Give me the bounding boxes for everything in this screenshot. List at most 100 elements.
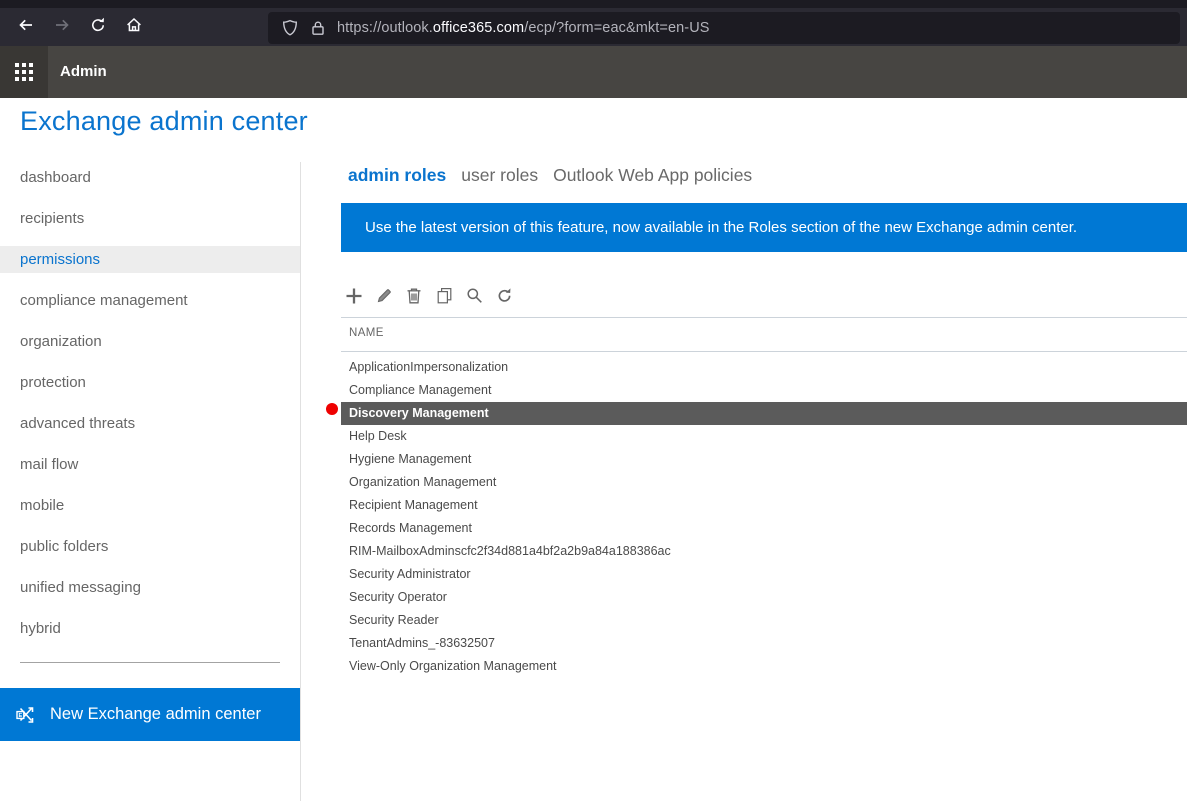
lock-icon[interactable] (310, 20, 326, 36)
refresh-button[interactable] (493, 286, 515, 310)
table-row[interactable]: Security Reader (341, 609, 1187, 632)
sidebar-item-public-folders[interactable]: public folders (0, 533, 300, 560)
roles-toolbar (343, 286, 515, 310)
info-banner-text: Use the latest version of this feature, … (365, 219, 1077, 236)
sidebar-divider (20, 662, 280, 663)
table-row[interactable]: Security Administrator (341, 563, 1187, 586)
table-row[interactable]: Help Desk (341, 425, 1187, 448)
search-button[interactable] (463, 286, 485, 310)
sidebar-item-protection[interactable]: protection (0, 369, 300, 396)
table-row[interactable]: RIM-MailboxAdminscfc2f34d881a4bf2a2b9a84… (341, 540, 1187, 563)
table-row[interactable]: Records Management (341, 517, 1187, 540)
column-header-name[interactable]: NAME (349, 327, 384, 339)
tab-outlook-web-app-policies[interactable]: Outlook Web App policies (553, 165, 752, 186)
role-name: Records Management (349, 521, 472, 535)
sidebar-item-label: public folders (20, 538, 108, 555)
role-name: View-Only Organization Management (349, 659, 557, 673)
trash-icon (406, 287, 422, 309)
forward-button[interactable] (46, 12, 78, 42)
table-top-line (341, 317, 1187, 318)
tab-bar: admin roles user roles Outlook Web App p… (348, 165, 752, 186)
role-name: Security Reader (349, 613, 439, 627)
table-row[interactable]: Organization Management (341, 471, 1187, 494)
edit-pencil-icon (376, 287, 393, 309)
role-name: Recipient Management (349, 498, 478, 512)
table-row[interactable]: Discovery Management (341, 402, 1187, 425)
delete-button[interactable] (403, 286, 425, 310)
sidebar-nav: dashboard recipients permissions complia… (0, 164, 300, 656)
table-row[interactable]: Recipient Management (341, 494, 1187, 517)
table-row[interactable]: ApplicationImpersonalization (341, 356, 1187, 379)
sidebar-item-label: unified messaging (20, 579, 141, 596)
edit-button[interactable] (373, 286, 395, 310)
role-name: Organization Management (349, 475, 496, 489)
reload-button[interactable] (82, 12, 114, 42)
sidebar-item-hybrid[interactable]: hybrid (0, 615, 300, 642)
sidebar-item-label: advanced threats (20, 415, 135, 432)
role-name: TenantAdmins_-83632507 (349, 636, 495, 650)
tab-admin-roles[interactable]: admin roles (348, 165, 446, 186)
window-titlebar (0, 0, 1187, 8)
copy-button[interactable] (433, 286, 455, 310)
tab-label: admin roles (348, 165, 446, 185)
tab-label: Outlook Web App policies (553, 165, 752, 185)
sidebar-item-permissions[interactable]: permissions (0, 246, 300, 273)
sidebar-item-dashboard[interactable]: dashboard (0, 164, 300, 191)
table-row[interactable]: Hygiene Management (341, 448, 1187, 471)
sidebar-item-label: hybrid (20, 620, 61, 637)
copy-icon (436, 287, 453, 309)
sidebar-item-label: recipients (20, 210, 84, 227)
role-name: RIM-MailboxAdminscfc2f34d881a4bf2a2b9a84… (349, 544, 671, 558)
sidebar-item-label: mail flow (20, 456, 78, 473)
tab-user-roles[interactable]: user roles (461, 165, 538, 186)
role-name: Compliance Management (349, 383, 491, 397)
sidebar-item-label: protection (20, 374, 86, 391)
table-header-line (341, 351, 1187, 352)
table-row[interactable]: Security Operator (341, 586, 1187, 609)
table-row[interactable]: Compliance Management (341, 379, 1187, 402)
suite-header: Admin (0, 46, 1187, 98)
sidebar-item-label: organization (20, 333, 102, 350)
sidebar-item-label: dashboard (20, 169, 91, 186)
sidebar-item-compliance-management[interactable]: compliance management (0, 287, 300, 314)
red-dot-marker (326, 403, 338, 415)
role-name: Hygiene Management (349, 452, 471, 466)
suite-app-name[interactable]: Admin (60, 46, 107, 98)
waffle-grid-icon (15, 63, 33, 81)
sidebar-item-organization[interactable]: organization (0, 328, 300, 355)
page-title: Exchange admin center (20, 106, 308, 137)
table-row[interactable]: TenantAdmins_-83632507 (341, 632, 1187, 655)
reload-icon (89, 16, 107, 39)
sidebar-item-label: mobile (20, 497, 64, 514)
app-launcher-button[interactable] (0, 46, 48, 98)
tab-label: user roles (461, 165, 538, 185)
sidebar-content-divider (300, 162, 301, 801)
forward-arrow-icon (53, 16, 71, 39)
sidebar-item-mail-flow[interactable]: mail flow (0, 451, 300, 478)
new-exchange-admin-center-button[interactable]: E New Exchange admin center (0, 688, 300, 741)
new-eac-button-label: New Exchange admin center (50, 705, 261, 724)
table-row[interactable]: View-Only Organization Management (341, 655, 1187, 678)
back-arrow-icon (17, 16, 35, 39)
svg-text:E: E (19, 712, 23, 718)
screen: https://outlook.office365.com/ecp/?form=… (0, 0, 1187, 801)
sidebar-item-recipients[interactable]: recipients (0, 205, 300, 232)
add-button[interactable] (343, 286, 365, 310)
sidebar-item-mobile[interactable]: mobile (0, 492, 300, 519)
role-name: ApplicationImpersonalization (349, 360, 508, 374)
url-bar[interactable]: https://outlook.office365.com/ecp/?form=… (268, 12, 1180, 44)
sidebar-item-label: compliance management (20, 292, 188, 309)
info-banner: Use the latest version of this feature, … (341, 203, 1187, 252)
sidebar-item-advanced-threats[interactable]: advanced threats (0, 410, 300, 437)
role-name: Discovery Management (349, 406, 489, 420)
role-name: Help Desk (349, 429, 407, 443)
exchange-logo-icon: E (14, 703, 38, 727)
sidebar-item-label: permissions (20, 251, 100, 268)
role-name: Security Operator (349, 590, 447, 604)
roles-table: ApplicationImpersonalization Compliance … (341, 356, 1187, 678)
shield-icon[interactable] (281, 19, 299, 37)
sidebar-item-unified-messaging[interactable]: unified messaging (0, 574, 300, 601)
refresh-icon (496, 287, 513, 309)
home-button[interactable] (118, 12, 150, 42)
back-button[interactable] (10, 12, 42, 42)
